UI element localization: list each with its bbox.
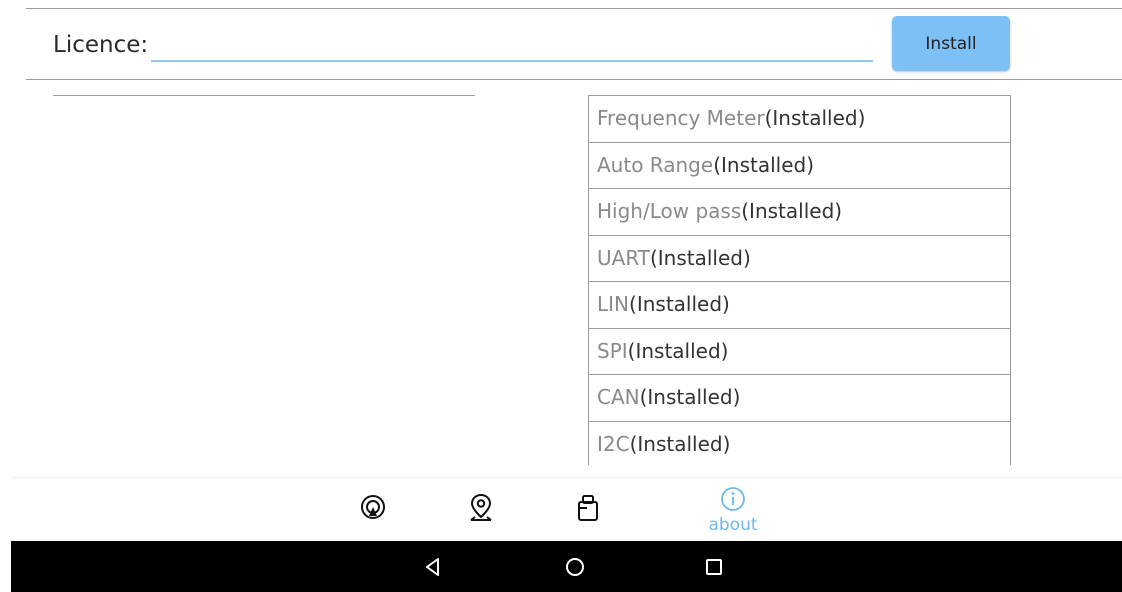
system-navigation-bar [11,541,1122,592]
module-status: (Installed) [741,199,843,223]
module-name: UART [597,245,650,270]
module-status: (Installed) [649,245,751,270]
home-icon[interactable] [562,554,588,580]
location-pin-icon [467,493,495,527]
header-divider [26,79,1122,80]
nav-item-about[interactable]: about [698,478,768,542]
back-icon[interactable] [420,554,446,580]
install-button[interactable]: Install [892,16,1010,71]
module-status: (Installed) [629,292,730,316]
nav-label-about: about [708,515,758,535]
screen: Licence: Install Frequency Meter(Install… [0,0,1122,592]
nav-item-scope[interactable] [338,478,408,542]
bottom-navigation: about [11,477,1122,542]
module-item-frequency-meter[interactable]: Frequency Meter(Installed) [589,96,1010,143]
module-name: I2C [597,431,630,456]
module-item-i2c[interactable]: I2C(Installed) [589,422,1010,466]
info-icon [720,486,746,516]
module-status: (Installed) [629,431,731,456]
licence-label: Licence: [53,32,149,58]
module-item-can[interactable]: CAN(Installed) [589,375,1010,422]
nav-item-location[interactable] [446,478,516,542]
module-status: (Installed) [639,385,741,409]
top-divider [26,8,1122,9]
module-list[interactable]: Frequency Meter(Installed) Auto Range(In… [588,95,1011,465]
recents-icon[interactable] [701,554,727,580]
module-item-spi[interactable]: SPI(Installed) [589,329,1010,375]
nav-item-device[interactable] [553,478,623,542]
device-icon [574,493,602,527]
left-panel-divider [53,95,475,96]
scope-icon [359,494,387,526]
module-status: (Installed) [713,152,814,177]
module-item-high-low-pass[interactable]: High/Low pass(Installed) [589,189,1010,236]
module-name: CAN [597,385,640,409]
module-name: Auto Range [597,152,714,177]
module-name: LIN [597,292,630,316]
module-name: High/Low pass [597,199,742,223]
module-item-auto-range[interactable]: Auto Range(Installed) [589,143,1010,189]
module-name: Frequency Meter [597,106,765,130]
module-status: (Installed) [764,106,866,130]
module-item-uart[interactable]: UART(Installed) [589,236,1010,282]
module-status: (Installed) [627,338,729,363]
module-item-lin[interactable]: LIN(Installed) [589,282,1010,329]
module-name: SPI [597,338,628,363]
licence-input[interactable] [151,26,873,62]
